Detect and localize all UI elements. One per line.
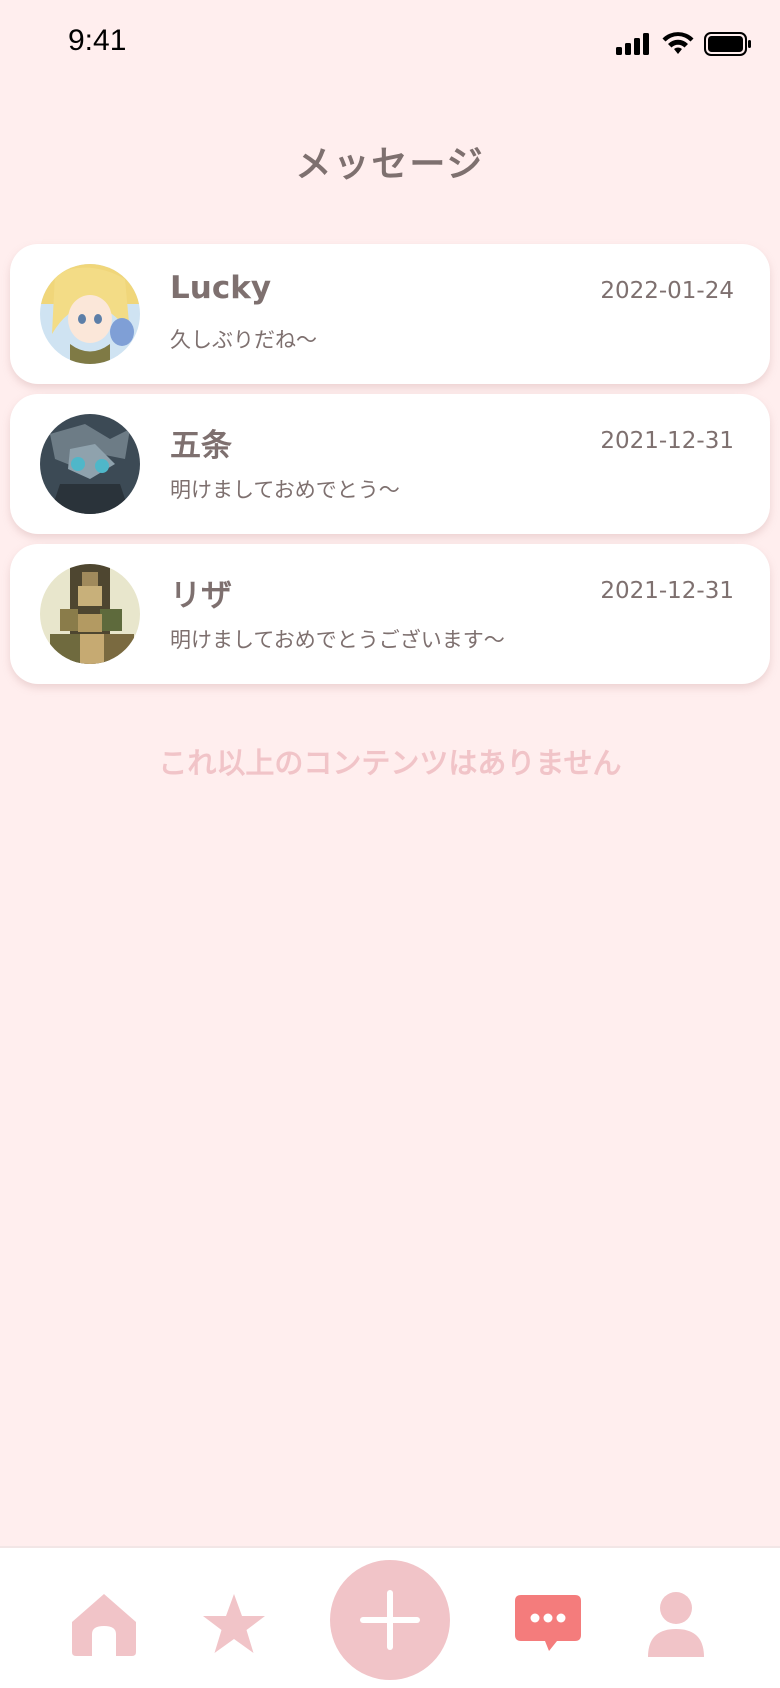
message-preview: 久しぶりだね～	[170, 328, 317, 352]
message-date: 2021-12-31	[600, 428, 734, 454]
wifi-icon	[662, 32, 694, 54]
message-date: 2021-12-31	[600, 578, 734, 604]
home-icon	[72, 1594, 136, 1656]
star-icon	[203, 1594, 265, 1653]
tab-favorites[interactable]	[198, 1588, 270, 1660]
battery-icon	[704, 32, 751, 56]
contact-name: リザ	[170, 578, 232, 614]
tab-home[interactable]	[68, 1588, 140, 1660]
message-preview: 明けましておめでとうございます～	[170, 628, 505, 652]
contact-name: 五条	[170, 428, 232, 464]
page-title: メッセージ	[295, 144, 485, 185]
message-item-lucky[interactable]: Lucky 2022-01-24 久しぶりだね～	[10, 244, 770, 384]
add-button[interactable]	[330, 1560, 450, 1680]
avatar	[40, 564, 140, 664]
message-preview: 明けましておめでとう～	[170, 478, 400, 502]
avatar	[40, 264, 140, 364]
avatar	[40, 414, 140, 514]
profile-icon	[648, 1592, 704, 1657]
cellular-signal-icon	[616, 33, 649, 55]
message-item-liza[interactable]: リザ 2021-12-31 明けましておめでとうございます～	[10, 544, 770, 684]
message-date: 2022-01-24	[600, 278, 734, 304]
status-bar: 9:41	[0, 0, 780, 90]
status-icons	[616, 32, 752, 56]
list-end-text: これ以上のコンテンツはありません	[158, 746, 622, 780]
tab-bar	[0, 1546, 780, 1688]
message-list: Lucky 2022-01-24 久しぶりだね～ 五条 2021-12-31 明…	[10, 244, 770, 694]
status-time: 9:41	[68, 24, 127, 57]
tab-messages[interactable]	[512, 1588, 584, 1660]
contact-name: Lucky	[170, 270, 272, 306]
plus-icon	[360, 1590, 420, 1650]
chat-icon	[515, 1595, 581, 1651]
tab-profile[interactable]	[640, 1588, 712, 1660]
message-item-gojo[interactable]: 五条 2021-12-31 明けましておめでとう～	[10, 394, 770, 534]
